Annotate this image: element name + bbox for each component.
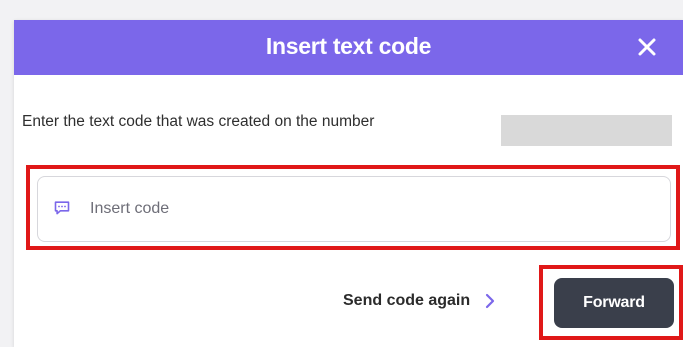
code-input[interactable] bbox=[90, 195, 650, 223]
chevron-right-icon bbox=[486, 293, 495, 309]
forward-button[interactable]: Forward bbox=[554, 278, 674, 328]
close-button[interactable] bbox=[633, 33, 661, 61]
send-code-again-label: Send code again bbox=[343, 292, 471, 309]
message-icon bbox=[54, 201, 70, 215]
code-input-field[interactable] bbox=[37, 176, 671, 242]
send-code-again-link[interactable]: Send code again bbox=[343, 286, 496, 316]
dialog-header: Insert text code bbox=[14, 20, 683, 75]
forward-button-label: Forward bbox=[583, 294, 645, 311]
close-icon bbox=[638, 38, 656, 56]
instruction-text: Enter the text code that was created on … bbox=[22, 113, 375, 130]
redacted-phone-number bbox=[501, 115, 672, 146]
dialog-title: Insert text code bbox=[265, 33, 432, 59]
page: Insert text code Enter the text code tha… bbox=[0, 0, 683, 347]
